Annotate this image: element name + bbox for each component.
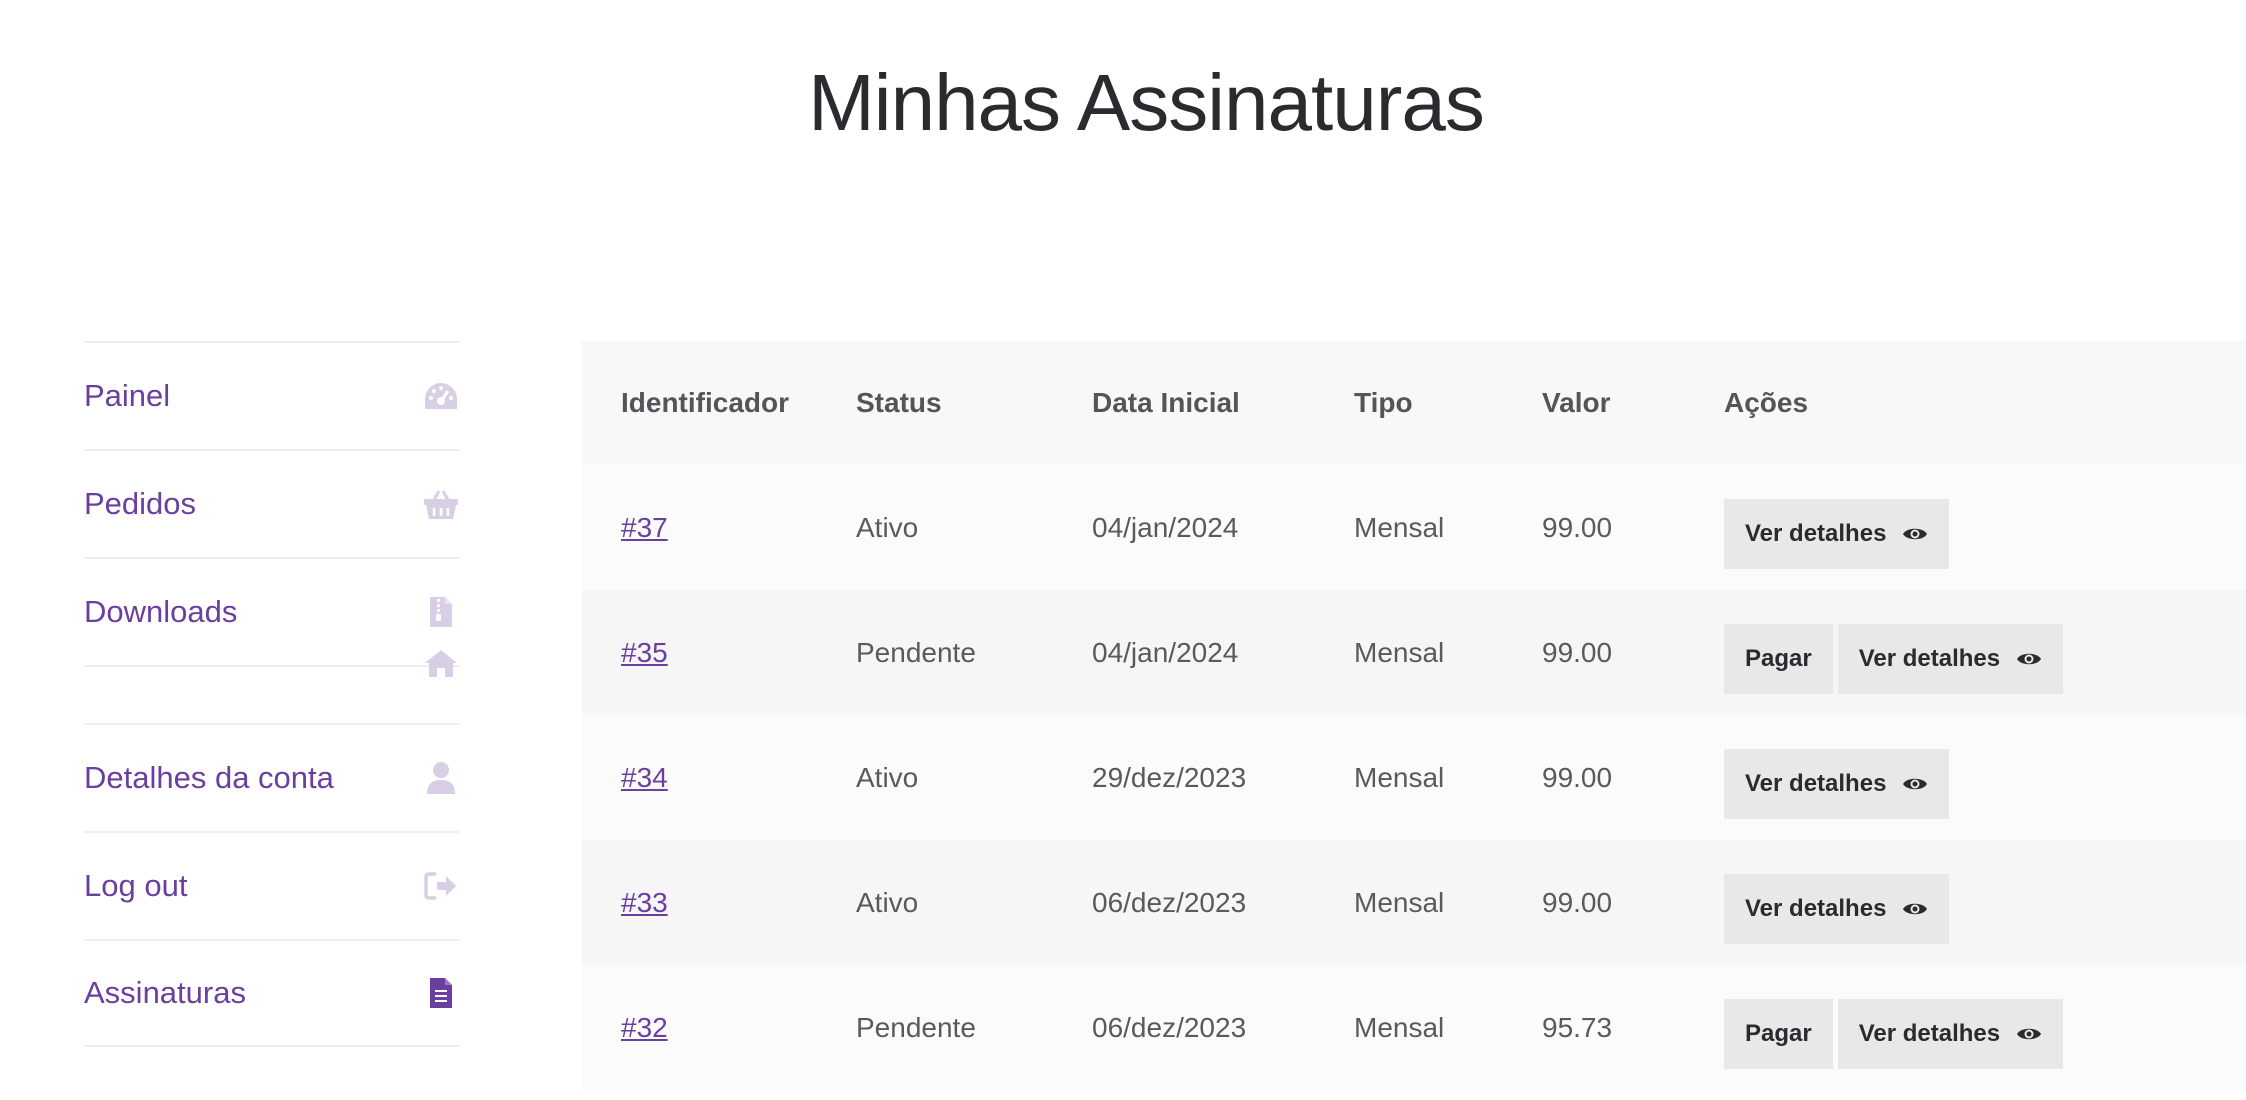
sidebar-item-downloads[interactable]: Downloads	[84, 557, 459, 665]
dashboard-icon	[423, 378, 459, 414]
table-row: #32 Pendente 06/dez/2023 Mensal 95.73 Pa…	[582, 965, 2246, 1090]
view-details-button[interactable]: Ver detalhes	[1837, 623, 2064, 694]
column-header-acoes: Ações	[1724, 341, 2246, 465]
subscriptions-table: Identificador Status Data Inicial Tipo V…	[582, 341, 2246, 1090]
cell-date: 04/jan/2024	[1092, 465, 1354, 590]
sign-out-icon	[423, 868, 459, 904]
button-label: Ver detalhes	[1858, 1019, 2001, 1047]
sidebar-item-label: Pedidos	[84, 486, 197, 521]
view-details-button[interactable]: Ver detalhes	[1724, 873, 1950, 944]
eye-icon	[2016, 650, 2042, 668]
sidebar-item-label: Log out	[84, 868, 188, 903]
subscription-link[interactable]: #35	[621, 637, 668, 668]
cell-status: Ativo	[856, 840, 1092, 965]
cell-date: 06/dez/2023	[1092, 840, 1354, 965]
file-archive-icon	[423, 594, 459, 630]
subscription-link[interactable]: #33	[621, 887, 668, 918]
button-label: Ver detalhes	[1745, 769, 1887, 797]
cell-id: #33	[582, 840, 856, 965]
sidebar-item-painel[interactable]: Painel	[84, 341, 459, 449]
cell-value: 95.73	[1542, 965, 1724, 1090]
subscription-link[interactable]: #37	[621, 512, 668, 543]
table-header: Identificador Status Data Inicial Tipo V…	[582, 341, 2246, 465]
column-header-valor: Valor	[1542, 341, 1724, 465]
view-details-button[interactable]: Ver detalhes	[1837, 998, 2064, 1069]
cell-type: Mensal	[1354, 965, 1542, 1090]
table-row: #35 Pendente 04/jan/2024 Mensal 99.00 Pa…	[582, 590, 2246, 715]
cell-id: #32	[582, 965, 856, 1090]
column-header-tipo: Tipo	[1354, 341, 1542, 465]
column-header-identificador: Identificador	[582, 341, 856, 465]
cell-value: 99.00	[1542, 715, 1724, 840]
sidebar-item-assinaturas[interactable]: Assinaturas	[84, 939, 459, 1047]
eye-icon	[2016, 1025, 2042, 1043]
cell-status: Pendente	[856, 590, 1092, 715]
basket-icon	[423, 486, 459, 522]
button-label: Ver detalhes	[1745, 519, 1887, 547]
user-icon	[423, 760, 459, 796]
cell-actions: Ver detalhes	[1724, 715, 2246, 840]
cell-date: 04/jan/2024	[1092, 590, 1354, 715]
button-label: Ver detalhes	[1858, 644, 2001, 672]
cell-value: 99.00	[1542, 465, 1724, 590]
pay-button[interactable]: Pagar	[1724, 998, 1833, 1069]
cell-actions: Ver detalhes	[1724, 465, 2246, 590]
table-row: #33 Ativo 06/dez/2023 Mensal 99.00 Ver d…	[582, 840, 2246, 965]
cell-type: Mensal	[1354, 590, 1542, 715]
pay-button[interactable]: Pagar	[1724, 623, 1833, 694]
cell-value: 99.00	[1542, 590, 1724, 715]
eye-icon	[1902, 775, 1928, 793]
home-icon	[423, 645, 459, 681]
page: Minhas Assinaturas Painel Pedidos Downlo…	[0, 0, 2246, 1100]
eye-icon	[1902, 525, 1928, 543]
table-body: #37 Ativo 04/jan/2024 Mensal 99.00 Ver d…	[582, 465, 2246, 1090]
view-details-button[interactable]: Ver detalhes	[1724, 498, 1950, 569]
cell-status: Ativo	[856, 465, 1092, 590]
subscription-link[interactable]: #34	[621, 762, 668, 793]
eye-icon	[1902, 900, 1928, 918]
account-navigation: Painel Pedidos Downloads Detalhes da con…	[84, 341, 459, 1047]
sidebar-item-account-details[interactable]: Detalhes da conta	[84, 723, 459, 831]
table-row: #37 Ativo 04/jan/2024 Mensal 99.00 Ver d…	[582, 465, 2246, 590]
cell-type: Mensal	[1354, 840, 1542, 965]
sidebar-item-label: Painel	[84, 378, 171, 413]
cell-type: Mensal	[1354, 465, 1542, 590]
column-header-status: Status	[856, 341, 1092, 465]
sidebar-item-pedidos[interactable]: Pedidos	[84, 449, 459, 557]
button-label: Ver detalhes	[1745, 894, 1887, 922]
cell-actions: Pagar Ver detalhes	[1724, 590, 2246, 715]
table-header-row: Identificador Status Data Inicial Tipo V…	[582, 341, 2246, 465]
cell-date: 06/dez/2023	[1092, 965, 1354, 1090]
cell-id: #37	[582, 465, 856, 590]
sidebar-item-label: Detalhes da conta	[84, 760, 334, 795]
cell-actions: Pagar Ver detalhes	[1724, 965, 2246, 1090]
cell-value: 99.00	[1542, 840, 1724, 965]
subscriptions-table-container: Identificador Status Data Inicial Tipo V…	[582, 341, 2246, 1090]
cell-status: Pendente	[856, 965, 1092, 1090]
sidebar-item-logout[interactable]: Log out	[84, 831, 459, 939]
sidebar-item-label: Downloads	[84, 594, 238, 629]
column-header-data-inicial: Data Inicial	[1092, 341, 1354, 465]
cell-id: #34	[582, 715, 856, 840]
cell-type: Mensal	[1354, 715, 1542, 840]
cell-id: #35	[582, 590, 856, 715]
table-row: #34 Ativo 29/dez/2023 Mensal 99.00 Ver d…	[582, 715, 2246, 840]
sidebar-item-label: Assinaturas	[84, 975, 246, 1010]
subscription-link[interactable]: #32	[621, 1012, 668, 1043]
view-details-button[interactable]: Ver detalhes	[1724, 748, 1950, 819]
cell-status: Ativo	[856, 715, 1092, 840]
cell-actions: Ver detalhes	[1724, 840, 2246, 965]
sidebar-item-home[interactable]	[84, 650, 459, 723]
cell-date: 29/dez/2023	[1092, 715, 1354, 840]
page-title: Minhas Assinaturas	[808, 58, 1485, 147]
file-text-icon	[423, 975, 459, 1011]
